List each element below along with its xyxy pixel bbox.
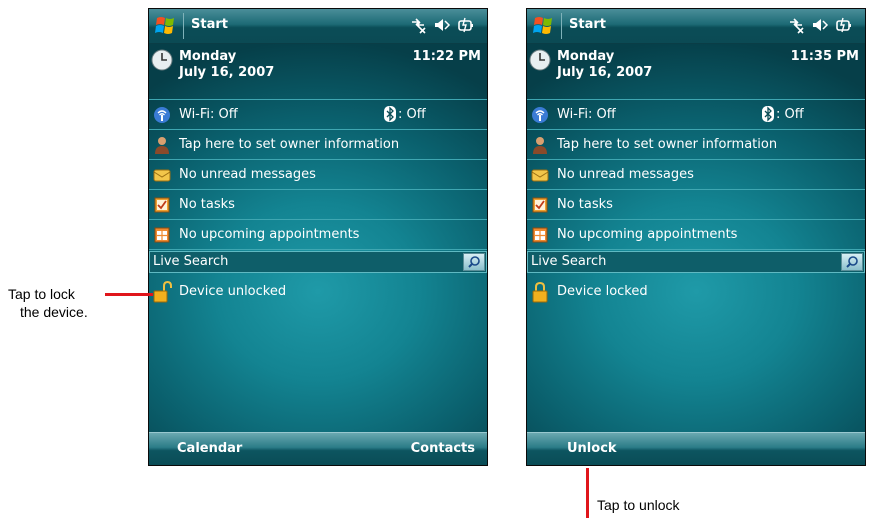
bluetooth-status: : Off bbox=[776, 106, 804, 122]
time-label: 11:35 PM bbox=[790, 49, 859, 64]
tasks-label: No tasks bbox=[179, 197, 235, 212]
tasks-checkbox-icon bbox=[532, 197, 548, 213]
owner-info-row[interactable]: Tap here to set owner information bbox=[527, 130, 865, 160]
device-lock-row[interactable]: Device locked bbox=[527, 281, 865, 307]
wireless-row[interactable]: Wi-Fi: Off : Off bbox=[149, 100, 487, 130]
tasks-label: No tasks bbox=[557, 197, 613, 212]
lock-status-label: Device locked bbox=[557, 284, 648, 299]
speaker-icon[interactable] bbox=[811, 16, 829, 34]
live-search-input[interactable]: Live Search bbox=[153, 254, 228, 269]
messages-label: No unread messages bbox=[179, 167, 316, 182]
softkey-bar: Calendar Contacts bbox=[149, 432, 487, 465]
title-bar: Start bbox=[149, 9, 487, 44]
title-separator bbox=[561, 13, 562, 39]
search-icon bbox=[468, 256, 480, 268]
date-label: July 16, 2007 bbox=[557, 65, 653, 80]
messages-row[interactable]: No unread messages bbox=[527, 160, 865, 190]
owner-person-icon bbox=[155, 137, 169, 154]
wifi-icon bbox=[532, 107, 548, 123]
tasks-checkbox-icon bbox=[154, 197, 170, 213]
callout-unlock-text: Tap to unlock bbox=[597, 497, 680, 513]
connectivity-off-icon[interactable] bbox=[409, 16, 427, 34]
live-search-bar[interactable]: Live Search bbox=[527, 251, 865, 273]
calendar-icon bbox=[532, 227, 548, 243]
live-search-bar[interactable]: Live Search bbox=[149, 251, 487, 273]
softkey-calendar[interactable]: Calendar bbox=[177, 441, 242, 456]
padlock-open-icon[interactable] bbox=[153, 281, 173, 303]
envelope-icon bbox=[153, 169, 171, 182]
owner-person-icon bbox=[533, 137, 547, 154]
day-label: Monday bbox=[557, 49, 615, 64]
search-button[interactable] bbox=[463, 253, 485, 271]
day-label: Monday bbox=[179, 49, 237, 64]
battery-charging-icon[interactable] bbox=[835, 16, 853, 34]
today-screen-locked: Start Monday July 16, 2007 11:35 PM Wi-F… bbox=[526, 8, 866, 466]
tasks-row[interactable]: No tasks bbox=[149, 190, 487, 220]
wifi-status: Wi-Fi: Off bbox=[557, 107, 616, 122]
date-time-row[interactable]: Monday July 16, 2007 11:35 PM bbox=[527, 43, 865, 100]
wifi-status: Wi-Fi: Off bbox=[179, 107, 238, 122]
title-bar: Start bbox=[527, 9, 865, 44]
messages-label: No unread messages bbox=[557, 167, 694, 182]
tasks-row[interactable]: No tasks bbox=[527, 190, 865, 220]
time-label: 11:22 PM bbox=[412, 49, 481, 64]
softkey-contacts[interactable]: Contacts bbox=[411, 441, 475, 456]
wifi-icon bbox=[154, 107, 170, 123]
search-icon bbox=[846, 256, 858, 268]
clock-icon bbox=[529, 49, 551, 71]
appointments-row[interactable]: No upcoming appointments bbox=[527, 220, 865, 250]
connectivity-off-icon[interactable] bbox=[787, 16, 805, 34]
owner-info-label: Tap here to set owner information bbox=[557, 137, 778, 152]
softkey-bar: Unlock bbox=[527, 432, 865, 465]
callout-lock-line bbox=[105, 293, 153, 296]
speaker-icon[interactable] bbox=[433, 16, 451, 34]
owner-info-row[interactable]: Tap here to set owner information bbox=[149, 130, 487, 160]
start-title[interactable]: Start bbox=[191, 17, 228, 32]
windows-start-icon[interactable] bbox=[151, 12, 185, 40]
battery-charging-icon[interactable] bbox=[457, 16, 475, 34]
search-button[interactable] bbox=[841, 253, 863, 271]
date-label: July 16, 2007 bbox=[179, 65, 275, 80]
owner-info-label: Tap here to set owner information bbox=[179, 137, 400, 152]
title-separator bbox=[183, 13, 184, 39]
bluetooth-icon bbox=[762, 106, 774, 122]
padlock-closed-icon bbox=[532, 281, 548, 303]
appointments-row[interactable]: No upcoming appointments bbox=[149, 220, 487, 250]
callout-lock-text-line1: Tap to lock bbox=[8, 286, 75, 302]
bluetooth-icon bbox=[384, 106, 396, 122]
status-icons bbox=[787, 16, 853, 34]
callout-unlock-line bbox=[586, 468, 589, 518]
status-icons bbox=[409, 16, 475, 34]
softkey-unlock[interactable]: Unlock bbox=[567, 441, 617, 456]
windows-start-icon[interactable] bbox=[529, 12, 563, 40]
appointments-label: No upcoming appointments bbox=[557, 227, 738, 242]
bluetooth-status-group: : Off bbox=[762, 106, 804, 122]
start-title[interactable]: Start bbox=[569, 17, 606, 32]
today-screen-unlocked: Start Monday July 16, 2007 11:22 PM Wi-F… bbox=[148, 8, 488, 466]
lock-status-label: Device unlocked bbox=[179, 284, 287, 299]
calendar-icon bbox=[154, 227, 170, 243]
bluetooth-status: : Off bbox=[398, 106, 426, 122]
date-time-row[interactable]: Monday July 16, 2007 11:22 PM bbox=[149, 43, 487, 100]
device-lock-row[interactable]: Device unlocked bbox=[149, 281, 487, 307]
envelope-icon bbox=[531, 169, 549, 182]
clock-icon bbox=[151, 49, 173, 71]
live-search-input[interactable]: Live Search bbox=[531, 254, 606, 269]
bluetooth-status-group: : Off bbox=[384, 106, 426, 122]
callout-lock-text-line2: the device. bbox=[20, 304, 88, 320]
wireless-row[interactable]: Wi-Fi: Off : Off bbox=[527, 100, 865, 130]
messages-row[interactable]: No unread messages bbox=[149, 160, 487, 190]
appointments-label: No upcoming appointments bbox=[179, 227, 360, 242]
